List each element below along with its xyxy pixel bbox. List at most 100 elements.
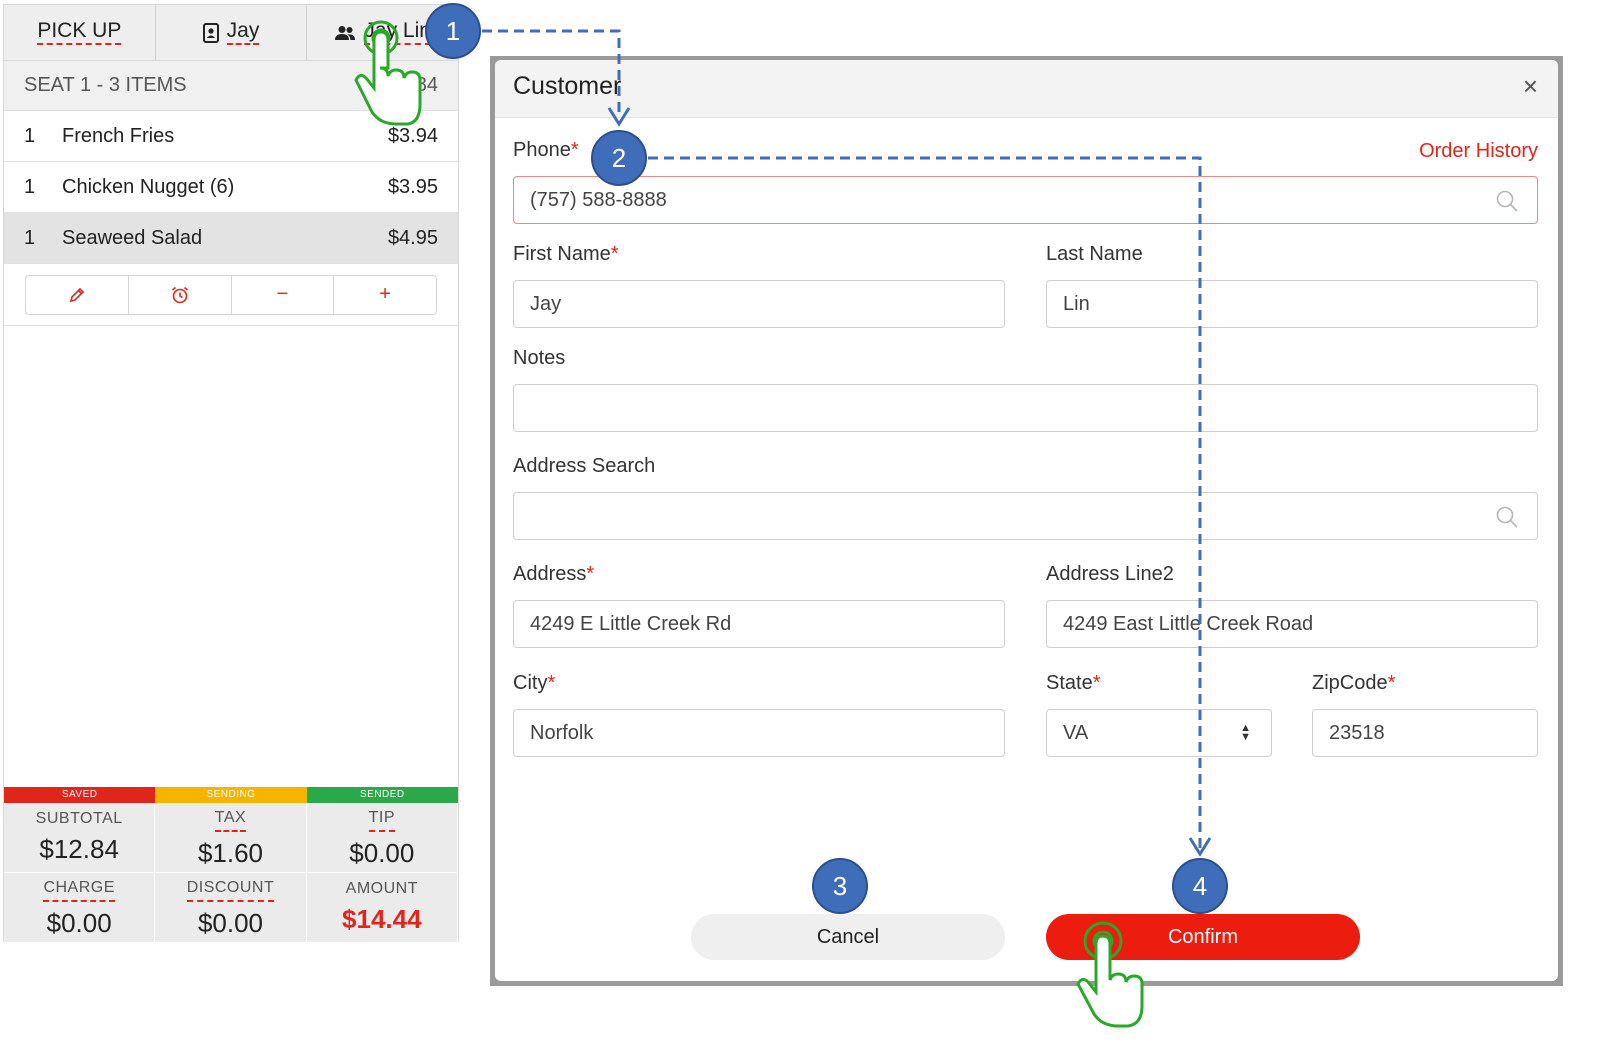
- phone-field[interactable]: (757) 588-8888: [513, 176, 1538, 224]
- seat-total: $12.84: [376, 74, 438, 96]
- last-name-field[interactable]: Lin: [1046, 280, 1538, 328]
- item-actions-row: − +: [4, 264, 458, 326]
- plus-icon: +: [379, 283, 391, 305]
- status-sended: SENDED: [306, 787, 458, 803]
- seat-label: SEAT 1 - 3 ITEMS: [24, 74, 187, 96]
- discount-cell[interactable]: DISCOUNT $0.00: [155, 873, 307, 943]
- required-mark: *: [1387, 672, 1396, 694]
- step-badge-4: 4: [1172, 858, 1228, 914]
- zipcode-field[interactable]: 23518: [1312, 709, 1538, 757]
- label-text: Phone: [513, 139, 571, 161]
- item-actions: − +: [25, 274, 437, 315]
- totals-grid: SUBTOTAL $12.84 TAX $1.60 TIP $0.00 CHAR…: [4, 803, 458, 943]
- customer-dialog: Customer × Phone* Order History (757) 58…: [495, 60, 1558, 981]
- phone-label: Phone*: [513, 139, 579, 162]
- address-value: 4249 E Little Creek Rd: [530, 612, 732, 635]
- required-mark: *: [610, 243, 619, 265]
- item-qty: 1: [24, 175, 36, 198]
- item-price: $4.95: [387, 226, 438, 249]
- notes-label: Notes: [513, 347, 566, 369]
- total-value: $0.00: [46, 907, 112, 938]
- order-status-bar: SAVED SENDING SENDED: [4, 787, 458, 803]
- first-name-value: Jay: [530, 292, 562, 315]
- decrease-qty-button[interactable]: −: [232, 275, 335, 314]
- total-label: SUBTOTAL: [35, 810, 123, 827]
- charge-cell[interactable]: CHARGE $0.00: [4, 873, 156, 943]
- list-item-selected[interactable]: 1 Seaweed Salad $4.95: [4, 213, 458, 264]
- first-name-field[interactable]: Jay: [513, 280, 1005, 328]
- people-icon: [335, 25, 356, 40]
- last-name-label: Last Name: [1046, 243, 1143, 265]
- status-saved: SAVED: [4, 787, 156, 803]
- state-label: State*: [1046, 672, 1101, 695]
- tab-label: Jay Lin: [364, 20, 431, 45]
- state-value: VA: [1063, 721, 1089, 744]
- item-price: $3.95: [387, 175, 438, 198]
- step-badge-2: 2: [591, 130, 647, 186]
- label-text: City: [513, 672, 548, 694]
- total-value: $0.00: [197, 907, 264, 938]
- step-badge-3: 3: [812, 858, 868, 914]
- search-icon[interactable]: [1495, 505, 1519, 529]
- item-name: Seaweed Salad: [62, 226, 203, 249]
- tab-customer-phone[interactable]: Jay: [156, 5, 308, 60]
- alarm-clock-icon: [171, 286, 188, 303]
- status-sending: SENDING: [155, 787, 307, 803]
- phone-value: (757) 588-8888: [530, 188, 667, 211]
- search-icon[interactable]: [1495, 189, 1519, 213]
- confirm-button[interactable]: Confirm: [1046, 914, 1360, 960]
- zipcode-label: ZipCode*: [1312, 672, 1395, 695]
- increase-qty-button[interactable]: +: [334, 276, 436, 314]
- order-panel: PICK UP Jay Jay Lin SEAT 1 - 3 ITEMS $12…: [3, 4, 459, 943]
- required-mark: *: [570, 139, 579, 161]
- notes-field[interactable]: [513, 384, 1538, 432]
- list-item[interactable]: 1 French Fries $3.94: [4, 111, 458, 162]
- label-text: ZipCode: [1312, 672, 1388, 694]
- total-value: $0.00: [349, 837, 415, 868]
- address-label: Address*: [513, 563, 594, 586]
- address-line2-label: Address Line2: [1046, 563, 1174, 585]
- order-tabs: PICK UP Jay Jay Lin: [4, 5, 458, 61]
- tab-pick-up[interactable]: PICK UP: [4, 5, 156, 60]
- city-label: City*: [513, 672, 555, 695]
- cancel-button[interactable]: Cancel: [691, 914, 1005, 960]
- minus-icon: −: [276, 283, 289, 305]
- step-badge-1: 1: [425, 3, 481, 59]
- item-qty: 1: [24, 226, 36, 249]
- total-label: TAX: [214, 807, 247, 832]
- phone-contact-icon: [202, 22, 219, 43]
- list-item[interactable]: 1 Chicken Nugget (6) $3.95: [4, 162, 458, 213]
- total-label: TIP: [368, 807, 396, 832]
- tab-label: PICK UP: [37, 20, 122, 45]
- label-text: State: [1046, 672, 1093, 694]
- total-value: $12.84: [39, 834, 119, 864]
- subtotal-cell: SUBTOTAL $12.84: [4, 803, 156, 873]
- dialog-header: Customer ×: [495, 60, 1558, 118]
- timer-button[interactable]: [129, 275, 232, 314]
- edit-item-button[interactable]: [26, 275, 129, 314]
- pencil-icon: [69, 287, 85, 302]
- amount-value: $14.44: [342, 904, 422, 934]
- label-text: First Name: [513, 243, 611, 265]
- required-mark: *: [586, 563, 595, 585]
- item-name: Chicken Nugget (6): [62, 175, 235, 198]
- address-search-label: Address Search: [513, 455, 656, 477]
- item-name: French Fries: [62, 124, 175, 147]
- address-field[interactable]: 4249 E Little Creek Rd: [513, 600, 1005, 648]
- total-value: $1.60: [197, 837, 264, 868]
- zipcode-value: 23518: [1329, 721, 1385, 744]
- city-field[interactable]: Norfolk: [513, 709, 1005, 757]
- label-text: Address: [513, 563, 587, 585]
- required-mark: *: [547, 672, 556, 694]
- tax-cell[interactable]: TAX $1.60: [155, 803, 307, 873]
- close-icon[interactable]: ×: [1523, 71, 1538, 102]
- item-qty: 1: [24, 124, 36, 147]
- address-search-field[interactable]: [513, 492, 1538, 540]
- item-price: $3.94: [387, 124, 438, 147]
- tip-cell[interactable]: TIP $0.00: [306, 803, 458, 873]
- address-line2-field[interactable]: 4249 East Little Creek Road: [1046, 600, 1538, 648]
- required-mark: *: [1092, 672, 1101, 694]
- order-history-link[interactable]: Order History: [1419, 140, 1538, 163]
- seat-header[interactable]: SEAT 1 - 3 ITEMS $12.84: [4, 61, 458, 111]
- state-select[interactable]: VA ▲ ▼: [1046, 709, 1272, 757]
